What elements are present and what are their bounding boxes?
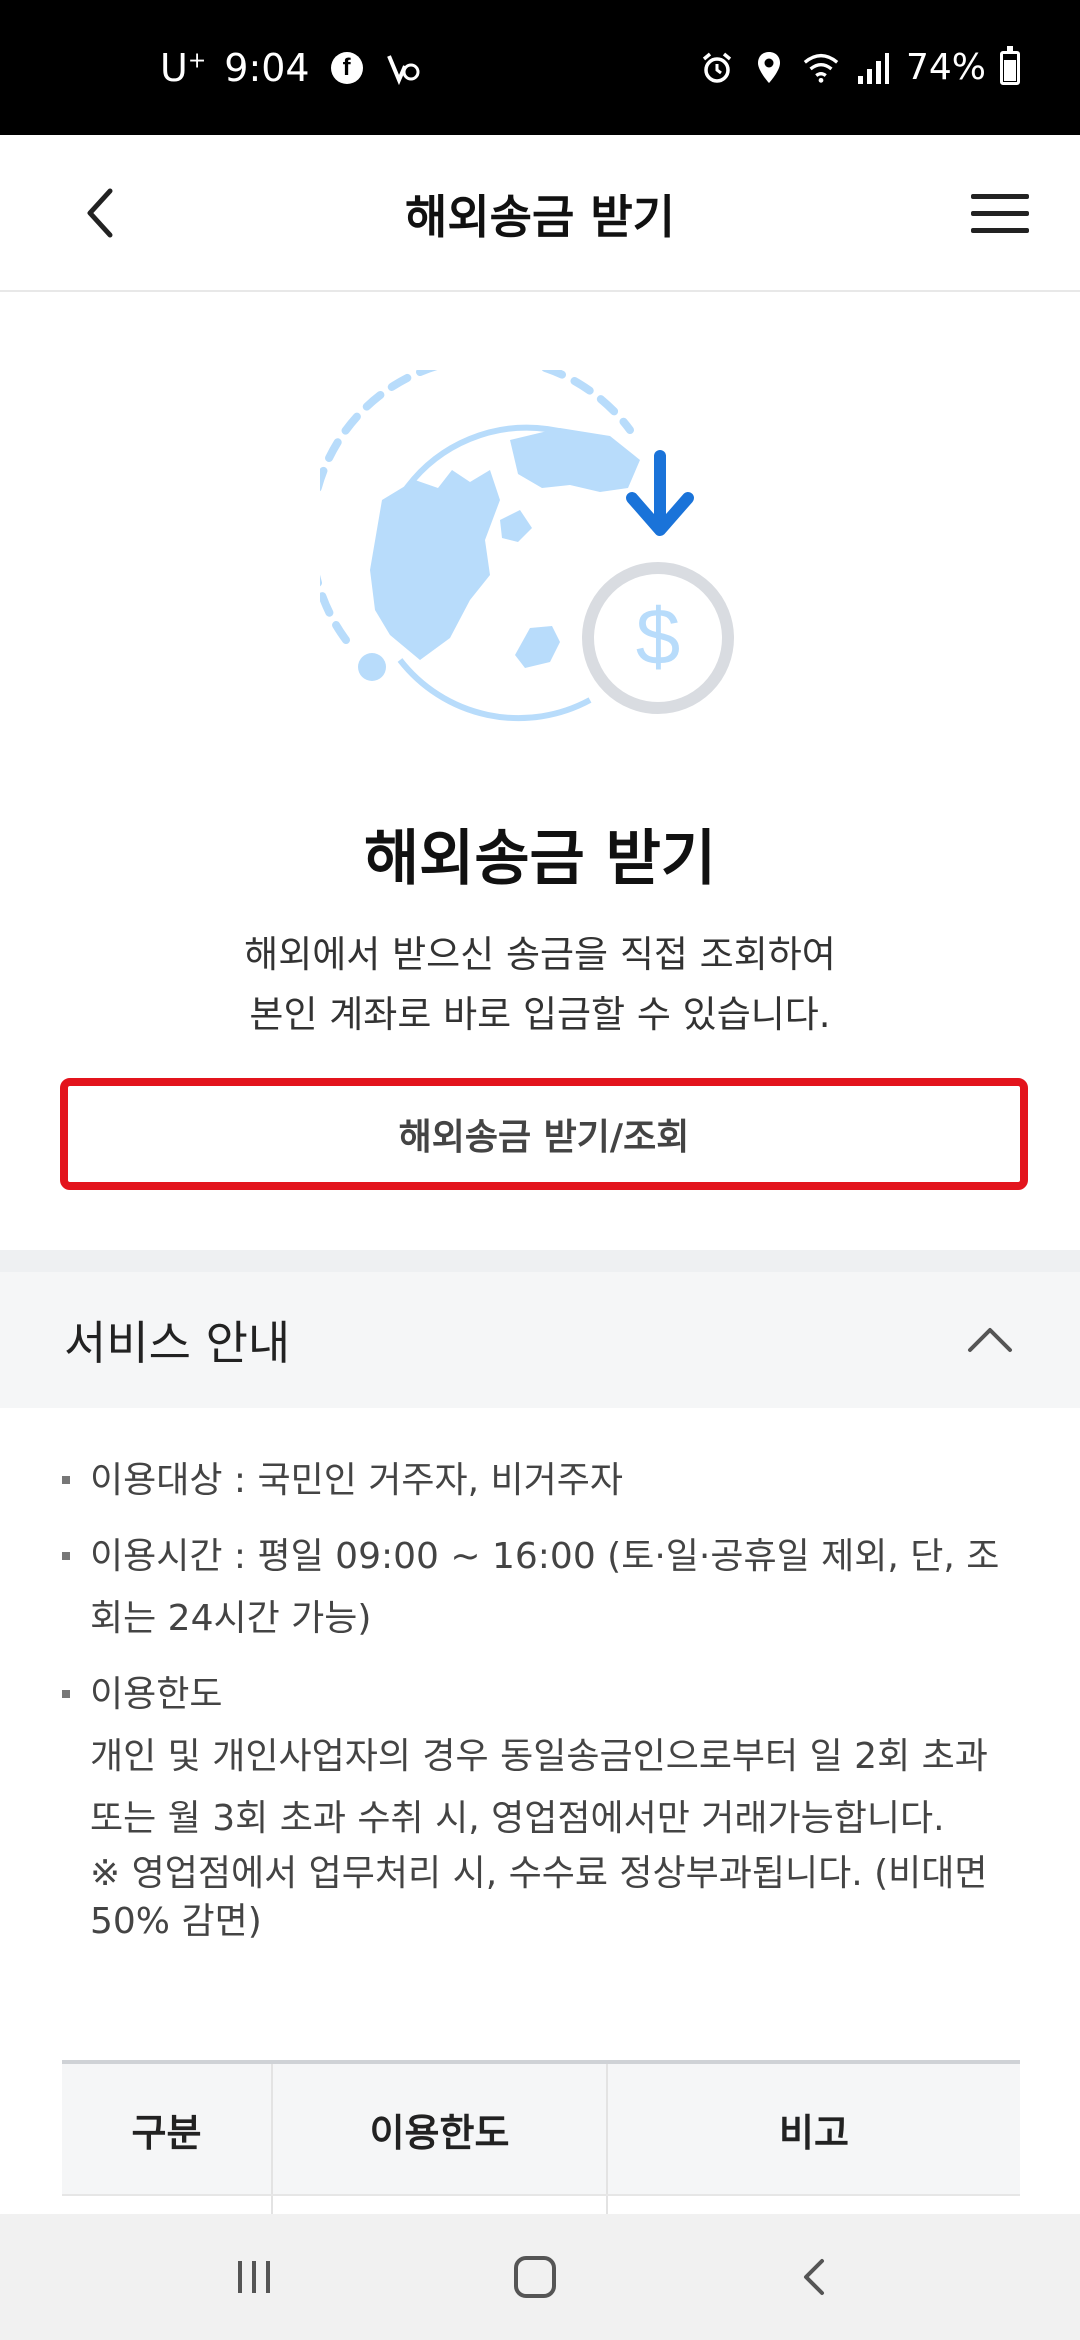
table-header-row: 구분 이용한도 비고 (62, 2064, 1020, 2196)
battery-percent: 74% (905, 47, 986, 88)
bullet-icon (62, 1552, 70, 1560)
signal-icon (854, 49, 892, 87)
info-heading: 이용한도 (90, 1674, 223, 1715)
system-back-button[interactable] (776, 2237, 856, 2317)
hero-description: 해외에서 받으신 송금을 직접 조회하여 본인 계좌로 바로 입금할 수 있습니… (0, 925, 1080, 1045)
status-bar: U+ 9:04 f 74% (0, 0, 1080, 135)
home-button[interactable] (495, 2237, 575, 2317)
service-info-accordion-header[interactable]: 서비스 안내 (0, 1272, 1080, 1408)
table-header-cell: 이용한도 (273, 2064, 608, 2194)
page-title: 해외송금 받기 (405, 189, 675, 244)
svg-text:$: $ (636, 592, 681, 681)
facebook-icon: f (328, 49, 366, 87)
table-header-cell: 구분 (62, 2064, 273, 2194)
hamburger-icon-line (971, 227, 1029, 233)
hero-title: 해외송금 받기 (363, 824, 717, 894)
vpn-key-icon (384, 49, 422, 87)
hero-desc-line: 본인 계좌로 바로 입금할 수 있습니다. (249, 993, 831, 1036)
system-nav-bar (0, 2214, 1080, 2340)
bullet-icon (62, 1690, 70, 1698)
battery-icon (1000, 45, 1020, 85)
service-info-title: 서비스 안내 (64, 1316, 291, 1370)
alarm-icon (698, 49, 736, 87)
carrier-label: U+ (160, 45, 207, 90)
service-info-list: 이용대상 : 국민인 거주자, 비거주자 이용시간 : 평일 09:00 ~ 1… (60, 1450, 1020, 1960)
menu-button[interactable] (960, 173, 1040, 253)
list-item: 이용대상 : 국민인 거주자, 비거주자 (60, 1450, 1020, 1512)
wifi-icon (802, 49, 840, 87)
back-button[interactable] (60, 173, 140, 253)
chevron-left-icon (87, 188, 113, 238)
hamburger-icon-line (971, 193, 1029, 199)
info-text: 이용시간 : 평일 09:00 ~ 16:00 (토·일·공휴일 제외, 단, … (90, 1536, 1000, 1639)
info-text: 이용대상 : 국민인 거주자, 비거주자 (90, 1460, 624, 1501)
home-icon (514, 2256, 556, 2298)
back-arrow-icon (804, 2259, 824, 2295)
list-item: 이용한도 개인 및 개인사업자의 경우 동일송금인으로부터 일 2회 초과 또는… (60, 1664, 1020, 1946)
chevron-up-icon (968, 1328, 1012, 1352)
table-header-cell: 비고 (779, 2110, 849, 2155)
location-icon (750, 49, 788, 87)
app-header: 해외송금 받기 (0, 135, 1080, 292)
info-note: ※ 영업점에서 업무처리 시, 수수료 정상부과됩니다. (비대면 50% 감면… (90, 1853, 988, 1942)
status-time: 9:04 (224, 45, 310, 90)
section-divider (0, 1250, 1080, 1272)
globe-money-receive-icon: $ (320, 370, 734, 722)
status-left: U+ 9:04 f (160, 0, 422, 135)
status-right: 74% (698, 0, 1020, 135)
list-item: 이용시간 : 평일 09:00 ~ 16:00 (토·일·공휴일 제외, 단, … (60, 1526, 1020, 1650)
hamburger-icon-line (971, 210, 1029, 216)
recent-apps-icon (238, 2261, 270, 2293)
info-text: 개인 및 개인사업자의 경우 동일송금인으로부터 일 2회 초과 또는 월 3회… (90, 1736, 988, 1839)
recent-apps-button[interactable] (214, 2237, 294, 2317)
hero-desc-line: 해외에서 받으신 송금을 직접 조회하여 (244, 933, 836, 976)
receive-inquiry-button[interactable]: 해외송금 받기/조회 (60, 1078, 1028, 1190)
bullet-icon (62, 1476, 70, 1484)
